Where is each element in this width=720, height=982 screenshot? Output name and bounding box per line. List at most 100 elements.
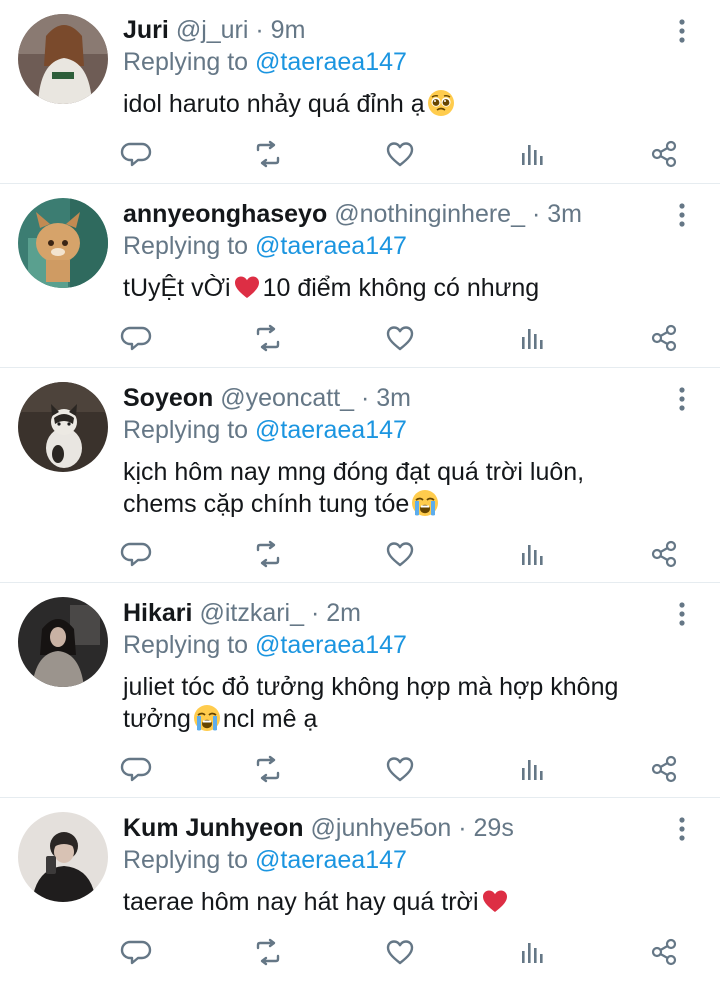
retweet-icon[interactable] bbox=[250, 934, 286, 970]
retweet-icon[interactable] bbox=[250, 751, 286, 787]
tweet-text-line: juliet tóc đỏ tưởng không hợp mà hợp khô… bbox=[123, 671, 683, 703]
like-heart-icon[interactable] bbox=[382, 934, 418, 970]
action-bar bbox=[0, 751, 720, 787]
user-handle[interactable]: @j_uri bbox=[176, 16, 249, 44]
reply-tweet[interactable]: Hikari @itzkari_ · 2m Replying to @taera… bbox=[0, 583, 720, 798]
timestamp[interactable]: 3m bbox=[376, 384, 411, 412]
replying-to: Replying to @taeraea147 bbox=[123, 414, 407, 446]
replying-to: Replying to @taeraea147 bbox=[123, 629, 407, 661]
user-handle[interactable]: @yeoncatt_ bbox=[220, 384, 354, 412]
replying-to: Replying to @taeraea147 bbox=[123, 844, 407, 876]
reply-tweet[interactable]: Kum Junhyeon @junhye5on · 29s Replying t… bbox=[0, 798, 720, 982]
tweet-text: idol haruto nhảy quá đỉnh ạ bbox=[123, 88, 683, 120]
more-options-icon[interactable] bbox=[670, 384, 694, 414]
mention-link[interactable]: @taeraea147 bbox=[255, 232, 407, 260]
avatar[interactable] bbox=[18, 382, 108, 472]
more-options-icon[interactable] bbox=[670, 814, 694, 844]
display-name[interactable]: Hikari bbox=[123, 599, 192, 627]
share-icon[interactable] bbox=[646, 136, 682, 172]
timestamp[interactable]: 3m bbox=[547, 200, 582, 228]
tweet-text: tUyỆt vỜi 10 điểm không có nhưng bbox=[123, 272, 683, 304]
mention-link[interactable]: @taeraea147 bbox=[255, 846, 407, 874]
avatar-image bbox=[18, 597, 108, 687]
replying-to: Replying to @taeraea147 bbox=[123, 46, 407, 78]
text-segment: tUyỆt vỜi bbox=[123, 274, 231, 302]
reply-tweet[interactable]: Soyeon @yeoncatt_ · 3m Replying to @taer… bbox=[0, 368, 720, 583]
reply-icon[interactable] bbox=[120, 320, 156, 356]
share-icon[interactable] bbox=[646, 751, 682, 787]
like-heart-icon[interactable] bbox=[382, 536, 418, 572]
text-segment: tưởng bbox=[123, 705, 191, 733]
mention-link[interactable]: @taeraea147 bbox=[255, 631, 407, 659]
analytics-icon[interactable] bbox=[514, 320, 550, 356]
action-bar bbox=[0, 136, 720, 172]
tweet-text-line: tUyỆt vỜi 10 điểm không có nhưng bbox=[123, 272, 683, 304]
display-name[interactable]: Soyeon bbox=[123, 384, 213, 412]
reply-tweet[interactable]: annyeonghaseyo @nothinginhere_ · 3m Repl… bbox=[0, 184, 720, 368]
share-icon[interactable] bbox=[646, 320, 682, 356]
red-heart-icon bbox=[481, 887, 509, 915]
timestamp[interactable]: 29s bbox=[474, 814, 514, 842]
reply-icon[interactable] bbox=[120, 751, 156, 787]
tweet-text-line: chems cặp chính tung tóe bbox=[123, 488, 683, 520]
display-name[interactable]: Kum Junhyeon bbox=[123, 814, 304, 842]
share-icon[interactable] bbox=[646, 934, 682, 970]
reply-tweet[interactable]: Juri @j_uri · 9m Replying to @taeraea147… bbox=[0, 0, 720, 184]
text-segment: juliet tóc đỏ tưởng không hợp mà hợp khô… bbox=[123, 673, 619, 701]
red-heart-icon bbox=[233, 273, 261, 301]
retweet-icon[interactable] bbox=[250, 536, 286, 572]
avatar[interactable] bbox=[18, 812, 108, 902]
tweet-header: Hikari @itzkari_ · 2m bbox=[123, 597, 361, 629]
separator-dot: · bbox=[458, 814, 467, 842]
analytics-icon[interactable] bbox=[514, 934, 550, 970]
analytics-icon[interactable] bbox=[514, 536, 550, 572]
retweet-icon[interactable] bbox=[250, 320, 286, 356]
more-options-icon[interactable] bbox=[670, 599, 694, 629]
text-segment: kịch hôm nay mng đóng đạt quá trời luôn, bbox=[123, 458, 585, 486]
like-heart-icon[interactable] bbox=[382, 751, 418, 787]
separator-dot: · bbox=[531, 200, 541, 228]
tweet-header: Soyeon @yeoncatt_ · 3m bbox=[123, 382, 411, 414]
reply-icon[interactable] bbox=[120, 536, 156, 572]
mention-link[interactable]: @taeraea147 bbox=[255, 48, 407, 76]
share-icon[interactable] bbox=[646, 536, 682, 572]
tweet-header: Kum Junhyeon @junhye5on · 29s bbox=[123, 812, 514, 844]
analytics-icon[interactable] bbox=[514, 136, 550, 172]
replying-to: Replying to @taeraea147 bbox=[123, 230, 407, 262]
like-heart-icon[interactable] bbox=[382, 320, 418, 356]
user-handle[interactable]: @junhye5on bbox=[311, 814, 452, 842]
tweet-header: annyeonghaseyo @nothinginhere_ · 3m bbox=[123, 198, 582, 230]
mention-link[interactable]: @taeraea147 bbox=[255, 416, 407, 444]
display-name[interactable]: Juri bbox=[123, 16, 169, 44]
display-name[interactable]: annyeonghaseyo bbox=[123, 200, 327, 228]
action-bar bbox=[0, 536, 720, 572]
like-heart-icon[interactable] bbox=[382, 136, 418, 172]
avatar[interactable] bbox=[18, 198, 108, 288]
action-bar bbox=[0, 320, 720, 356]
text-segment: chems cặp chính tung tóe bbox=[123, 490, 410, 518]
tweet-text: taerae hôm nay hát hay quá trời bbox=[123, 886, 683, 918]
analytics-icon[interactable] bbox=[514, 751, 550, 787]
reply-icon[interactable] bbox=[120, 934, 156, 970]
crying-face-icon bbox=[411, 489, 439, 517]
more-options-icon[interactable] bbox=[670, 200, 694, 230]
text-segment: 10 điểm không có nhưng bbox=[262, 274, 540, 302]
replying-label: Replying to bbox=[123, 48, 249, 76]
tweet-text: juliet tóc đỏ tưởng không hợp mà hợp khô… bbox=[123, 671, 683, 735]
avatar[interactable] bbox=[18, 14, 108, 104]
tweet-text: kịch hôm nay mng đóng đạt quá trời luôn,… bbox=[123, 456, 683, 520]
separator-dot: · bbox=[255, 16, 264, 44]
more-options-icon[interactable] bbox=[670, 16, 694, 46]
reply-icon[interactable] bbox=[120, 136, 156, 172]
avatar-image bbox=[18, 382, 108, 472]
pleading-face-icon bbox=[427, 89, 455, 117]
timestamp[interactable]: 9m bbox=[271, 16, 306, 44]
timestamp[interactable]: 2m bbox=[326, 599, 361, 627]
user-handle[interactable]: @nothinginhere_ bbox=[334, 200, 525, 228]
tweet-text-line: kịch hôm nay mng đóng đạt quá trời luôn, bbox=[123, 456, 683, 488]
user-handle[interactable]: @itzkari_ bbox=[199, 599, 304, 627]
retweet-icon[interactable] bbox=[250, 136, 286, 172]
avatar[interactable] bbox=[18, 597, 108, 687]
avatar-image bbox=[18, 14, 108, 104]
tweet-text-line: tưởng ncl mê ạ bbox=[123, 703, 683, 735]
